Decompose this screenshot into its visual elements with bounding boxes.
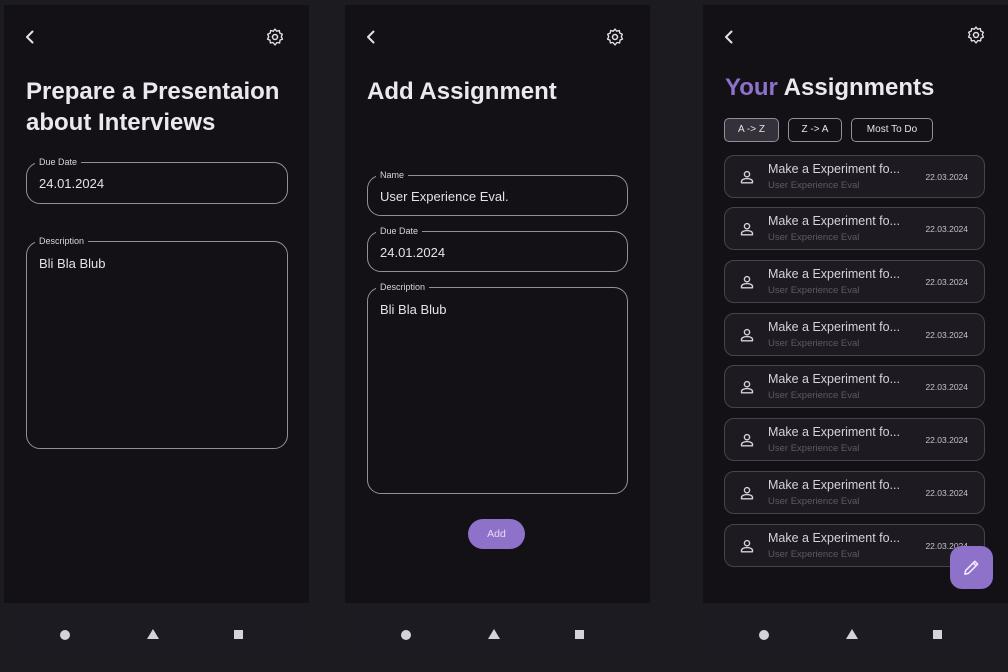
recents-square-icon[interactable]	[234, 630, 243, 639]
home-circle-icon[interactable]	[401, 630, 411, 640]
description-field[interactable]: Description Bli Bla Blub	[26, 235, 288, 449]
assignment-date: 22.03.2024	[925, 382, 968, 392]
assignment-card[interactable]: Make a Experiment fo... User Experience …	[724, 260, 985, 303]
description-label: Description	[35, 235, 89, 247]
assignment-subtitle: User Experience Eval	[768, 549, 860, 560]
assignments-list-screen: Your Assignments A -> Z Z -> A Most To D…	[703, 5, 1008, 603]
assignment-subtitle: User Experience Eval	[768, 180, 860, 191]
assignment-date: 22.03.2024	[925, 330, 968, 340]
assignment-title: Make a Experiment fo...	[768, 162, 901, 176]
assignment-card[interactable]: Make a Experiment fo... User Experience …	[724, 471, 985, 514]
description-value: Bli Bla Blub	[39, 256, 106, 271]
due-date-value: 24.01.2024	[380, 245, 446, 260]
assignment-card[interactable]: Make a Experiment fo... User Experience …	[724, 524, 985, 567]
recents-square-icon[interactable]	[575, 630, 584, 639]
back-triangle-icon[interactable]	[846, 629, 858, 639]
assignment-title: Make a Experiment fo...	[768, 531, 901, 545]
name-value: User Experience Eval.	[380, 189, 509, 204]
page-title: Your Assignments	[725, 72, 934, 103]
pencil-icon	[964, 560, 979, 575]
person-icon	[740, 539, 754, 553]
assignment-card[interactable]: Make a Experiment fo... User Experience …	[724, 207, 985, 250]
name-field[interactable]: Name User Experience Eval.	[367, 169, 628, 216]
assignment-subtitle: User Experience Eval	[768, 443, 860, 454]
assignment-detail-screen: Prepare a Presentaion about Interviews D…	[4, 5, 309, 603]
title-accent: Your	[725, 74, 778, 101]
assignment-subtitle: User Experience Eval	[768, 496, 860, 507]
assignment-date: 22.03.2024	[925, 435, 968, 445]
description-value: Bli Bla Blub	[380, 302, 447, 317]
assignment-subtitle: User Experience Eval	[768, 390, 860, 401]
title-rest: Assignments	[777, 74, 935, 101]
due-date-label: Due Date	[376, 225, 423, 237]
description-field[interactable]: Description Bli Bla Blub	[367, 281, 628, 494]
gear-icon[interactable]	[605, 27, 625, 47]
back-triangle-icon[interactable]	[488, 629, 500, 639]
name-label: Name	[376, 169, 409, 181]
page-title: Prepare a Presentaion about Interviews	[26, 78, 280, 136]
assignment-title: Make a Experiment fo...	[768, 372, 901, 386]
person-icon	[740, 433, 754, 447]
add-assignment-screen: Add Assignment Name User Experience Eval…	[345, 5, 650, 603]
assignment-title: Make a Experiment fo...	[768, 267, 901, 281]
due-date-field[interactable]: Due Date 24.01.2024	[367, 225, 628, 272]
assignment-subtitle: User Experience Eval	[768, 285, 860, 296]
assignment-date: 22.03.2024	[925, 172, 968, 182]
system-nav-bar	[4, 603, 309, 667]
description-label: Description	[376, 281, 430, 293]
back-icon[interactable]	[363, 29, 379, 45]
assignment-card[interactable]: Make a Experiment fo... User Experience …	[724, 418, 985, 461]
back-icon[interactable]	[721, 29, 737, 45]
edit-fab-button[interactable]	[950, 546, 993, 589]
person-icon	[740, 170, 754, 184]
page-title: Add Assignment	[367, 78, 557, 105]
person-icon	[740, 222, 754, 236]
assignment-card[interactable]: Make a Experiment fo... User Experience …	[724, 155, 985, 198]
assignment-subtitle: User Experience Eval	[768, 338, 860, 349]
assignment-title: Make a Experiment fo...	[768, 478, 901, 492]
assignment-card[interactable]: Make a Experiment fo... User Experience …	[724, 365, 985, 408]
home-circle-icon[interactable]	[60, 630, 70, 640]
assignment-title: Make a Experiment fo...	[768, 320, 901, 334]
due-date-field[interactable]: Due Date 24.01.2024	[26, 156, 288, 204]
recents-square-icon[interactable]	[933, 630, 942, 639]
assignment-date: 22.03.2024	[925, 224, 968, 234]
due-date-label: Due Date	[35, 156, 82, 168]
gear-icon[interactable]	[265, 27, 285, 47]
sort-chip-most-to-do[interactable]: Most To Do	[851, 118, 933, 142]
assignment-title: Make a Experiment fo...	[768, 425, 901, 439]
back-triangle-icon[interactable]	[147, 629, 159, 639]
assignment-title: Make a Experiment fo...	[768, 214, 901, 228]
assignment-card[interactable]: Make a Experiment fo... User Experience …	[724, 313, 985, 356]
sort-chip-z-a[interactable]: Z -> A	[788, 118, 842, 142]
person-icon	[740, 486, 754, 500]
due-date-value: 24.01.2024	[39, 176, 105, 191]
system-nav-bar	[345, 603, 650, 667]
sort-chip-a-z[interactable]: A -> Z	[724, 118, 779, 142]
assignment-date: 22.03.2024	[925, 488, 968, 498]
gear-icon[interactable]	[966, 25, 986, 45]
back-icon[interactable]	[22, 29, 38, 45]
person-icon	[740, 380, 754, 394]
assignment-date: 22.03.2024	[925, 277, 968, 287]
person-icon	[740, 275, 754, 289]
home-circle-icon[interactable]	[759, 630, 769, 640]
person-icon	[740, 328, 754, 342]
system-nav-bar	[703, 603, 1008, 667]
add-button[interactable]: Add	[468, 519, 525, 549]
assignment-subtitle: User Experience Eval	[768, 232, 860, 243]
